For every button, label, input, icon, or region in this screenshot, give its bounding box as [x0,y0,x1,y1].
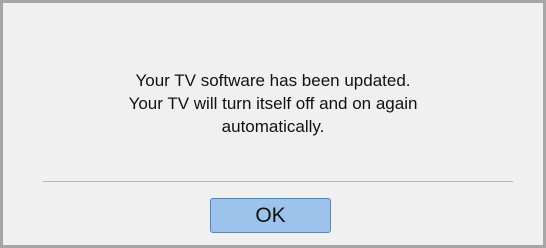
dialog-message: Your TV software has been updated. Your … [3,69,543,138]
message-line-2: Your TV will turn itself off and on agai… [128,94,418,113]
update-complete-dialog: Your TV software has been updated. Your … [0,0,546,248]
ok-button[interactable]: OK [210,198,331,233]
dialog-divider [43,181,513,182]
message-line-1: Your TV software has been updated. [135,71,411,90]
message-line-3: automatically. [221,117,325,136]
